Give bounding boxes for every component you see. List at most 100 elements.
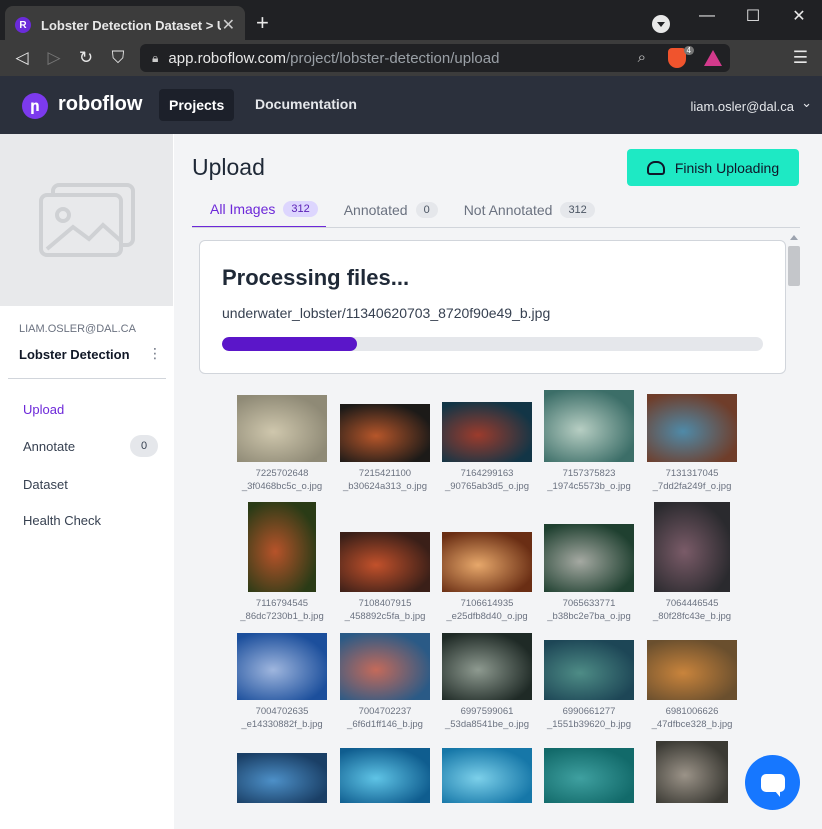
image-thumbnail[interactable] (644, 741, 740, 803)
image-filename: 7108407915 _458892c5fa_b.jpg (337, 597, 433, 623)
filename-line-1: 7004702237 (358, 706, 412, 717)
finish-uploading-button[interactable]: Finish Uploading (627, 149, 799, 186)
sidebar-divider (8, 378, 166, 379)
reload-icon[interactable]: ↻ (70, 42, 102, 74)
image-filename: 7116794545 _86dc7230b1_b.jpg (234, 597, 330, 623)
forward-icon[interactable]: ▷ (38, 42, 70, 74)
lobster-photo (340, 748, 430, 803)
filename-line-1: 7225702648 (255, 468, 309, 479)
browser-toolbar: ◁ ▷ ↻ ⛉ 🔒︎ app.roboflow.com/project/lobs… (0, 40, 822, 76)
scroll-up-icon[interactable] (790, 235, 798, 240)
image-thumbnail[interactable]: 7004702237 _6f6d1ff146_b.jpg (337, 628, 433, 731)
tab-label: Not Annotated (463, 202, 553, 218)
filename-line-1: 6990661277 (562, 706, 616, 717)
image-filename: 6997599061 _53da8541be_o.jpg (439, 705, 535, 731)
image-filename: 6990661277 _1551b39620_b.jpg (541, 705, 637, 731)
tab-all-images[interactable]: All Images 312 (192, 192, 326, 228)
close-tab-icon[interactable]: ✕ (222, 15, 235, 35)
roboflow-favicon-icon: R (15, 17, 31, 33)
nav-documentation[interactable]: Documentation (255, 96, 357, 112)
lobster-photo (442, 532, 532, 592)
filename-line-1: 7131317045 (665, 468, 719, 479)
image-thumbnail[interactable] (234, 743, 330, 803)
lobster-photo (544, 748, 634, 803)
minimize-icon[interactable]: — (684, 0, 730, 32)
browser-menu-icon[interactable]: ☰ (793, 48, 808, 68)
new-tab-icon[interactable]: + (256, 10, 269, 36)
image-thumbnail[interactable]: 7106614935 _e25dfb8d40_o.jpg (439, 500, 535, 623)
filename-line-1: 7215421100 (358, 468, 412, 479)
lobster-photo (544, 524, 634, 592)
nav-projects[interactable]: Projects (159, 89, 235, 121)
user-menu[interactable]: liam.osler@dal.ca (690, 99, 794, 114)
scroll-thumb[interactable] (788, 246, 800, 286)
finish-uploading-label: Finish Uploading (674, 159, 780, 176)
image-thumbnail[interactable] (337, 743, 433, 803)
sidebar-item-upload[interactable]: Upload (23, 402, 64, 417)
tab-title: Lobster Detection Dataset > Uplo (41, 17, 221, 33)
image-thumbnail[interactable]: 7157375823 _1974c5573b_o.jpg (541, 390, 637, 493)
close-window-icon[interactable]: ✕ (776, 0, 822, 32)
image-thumbnail[interactable]: 7215421100 _b30624a313_o.jpg (337, 390, 433, 493)
chat-button[interactable] (745, 755, 800, 810)
tab-count: 0 (415, 202, 438, 218)
filename-line-1: 7106614935 (460, 598, 514, 609)
address-bar[interactable]: 🔒︎ app.roboflow.com/project/lobster-dete… (140, 44, 730, 72)
maximize-icon[interactable]: ☐ (730, 0, 776, 32)
lobster-photo (237, 395, 327, 462)
processing-card: Processing files... underwater_lobster/1… (199, 240, 786, 374)
browser-tab[interactable]: R Lobster Detection Dataset > Uplo ✕ (5, 6, 245, 44)
bookmark-icon[interactable]: ⛉ (102, 42, 134, 74)
filename-line-2: _1551b39620_b.jpg (546, 719, 631, 730)
lobster-photo (248, 502, 316, 592)
processing-file: underwater_lobster/11340620703_8720f90e4… (222, 305, 551, 321)
roboflow-logo-icon[interactable]: ր (22, 93, 48, 119)
filename-line-2: _47dfbce328_b.jpg (651, 719, 733, 730)
image-filename: 7065633771 _b38bc2e7ba_o.jpg (541, 597, 637, 623)
image-thumbnail[interactable]: 7131317045 _7dd2fa249f_o.jpg (644, 390, 740, 493)
image-thumbnail[interactable]: 7108407915 _458892c5fa_b.jpg (337, 500, 433, 623)
back-icon[interactable]: ◁ (6, 42, 38, 74)
image-thumbnail[interactable]: 6997599061 _53da8541be_o.jpg (439, 628, 535, 731)
sidebar-item-health-check[interactable]: Health Check (23, 513, 101, 528)
image-thumbnail[interactable]: 6990661277 _1551b39620_b.jpg (541, 628, 637, 731)
logo-text[interactable]: roboflow (58, 93, 142, 116)
tab-search-icon[interactable] (652, 15, 670, 33)
image-filename: 6981006626 _47dfbce328_b.jpg (644, 705, 740, 731)
filename-line-2: _458892c5fa_b.jpg (344, 611, 426, 622)
zoom-icon[interactable]: ⌕ (638, 49, 646, 66)
scrollbar[interactable] (786, 234, 802, 829)
sidebar-item-dataset[interactable]: Dataset (23, 477, 68, 492)
image-filename: 7004702635 _e14330882f_b.jpg (234, 705, 330, 731)
image-filename: 7215421100 _b30624a313_o.jpg (337, 467, 433, 493)
more-options-icon[interactable]: ⋮ (148, 345, 162, 362)
lobster-photo (656, 741, 728, 803)
url-host: app.roboflow.com (168, 49, 286, 67)
image-thumbnail[interactable]: 7116794545 _86dc7230b1_b.jpg (234, 500, 330, 623)
image-thumbnail[interactable]: 7004702635 _e14330882f_b.jpg (234, 628, 330, 731)
lobster-photo (340, 532, 430, 592)
filename-line-1: 6997599061 (460, 706, 514, 717)
chevron-down-icon[interactable]: ⌄ (801, 95, 812, 111)
main-content: Upload Finish Uploading All Images 312 A… (174, 134, 822, 829)
tab-not-annotated[interactable]: Not Annotated 312 (446, 192, 603, 228)
image-thumbnail[interactable]: 6981006626 _47dfbce328_b.jpg (644, 628, 740, 731)
image-filename: 7004702237 _6f6d1ff146_b.jpg (337, 705, 433, 731)
workspace-label: LIAM.OSLER@DAL.CA (19, 323, 136, 335)
image-filename: 7157375823 _1974c5573b_o.jpg (541, 467, 637, 493)
brave-shields-count: 4 (683, 46, 694, 55)
image-thumbnail[interactable] (439, 743, 535, 803)
image-thumbnail[interactable]: 7065633771 _b38bc2e7ba_o.jpg (541, 500, 637, 623)
image-thumbnail[interactable]: 7064446545 _80f28fc43e_b.jpg (644, 500, 740, 623)
tab-annotated[interactable]: Annotated 0 (326, 192, 446, 228)
image-thumbnail[interactable]: 7164299163 _90765ab3d5_o.jpg (439, 390, 535, 493)
sidebar-item-annotate[interactable]: Annotate (23, 439, 75, 454)
cloud-upload-icon (646, 160, 665, 175)
brave-rewards-icon[interactable] (704, 50, 722, 66)
tab-label: All Images (210, 201, 276, 217)
image-thumbnail[interactable] (541, 743, 637, 803)
lobster-photo (442, 402, 532, 462)
image-thumbnail[interactable]: 7225702648 _3f0468bc5c_o.jpg (234, 390, 330, 493)
tab-count: 312 (283, 201, 318, 217)
chat-icon (760, 773, 785, 797)
